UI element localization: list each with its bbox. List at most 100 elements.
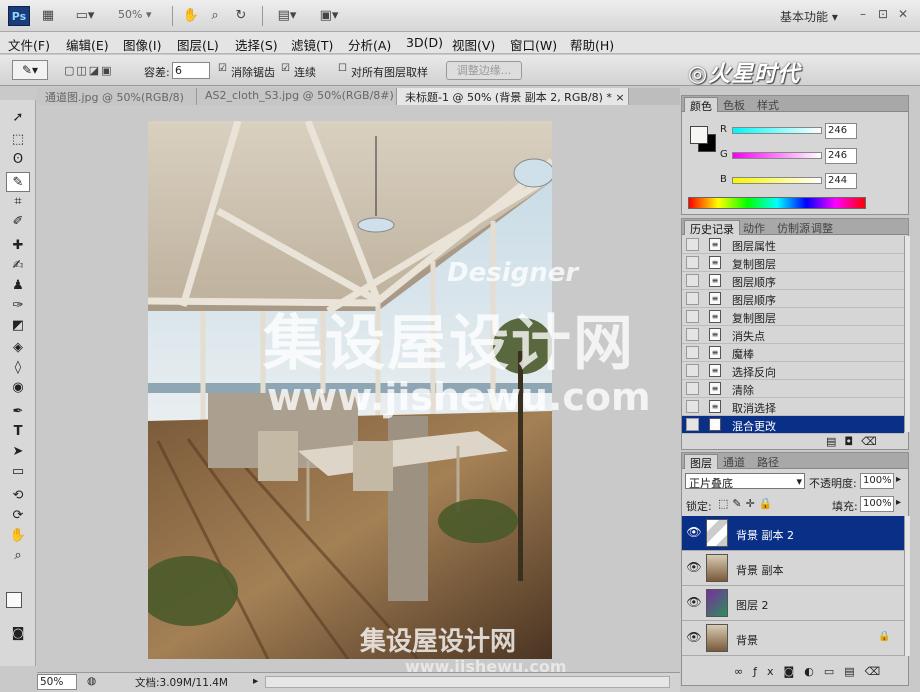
antialias-checkbox[interactable]: ☑ [218,63,227,74]
quick-mask-icon[interactable]: ◙ [6,624,30,644]
menu-help[interactable]: 帮助(H) [570,35,614,54]
layer-row[interactable]: 👁 背景 副本 2 [682,516,904,551]
history-state[interactable]: ≡ 复制图层 [682,254,904,272]
layer-row[interactable]: 👁 图层 2 [682,586,904,621]
history-state[interactable]: ≡ 消失点 [682,326,904,344]
bridge-icon[interactable]: ▦ [38,7,58,25]
visibility-eye-icon[interactable]: 👁 [686,560,702,576]
layer-row[interactable]: 👁 背景 副本 [682,551,904,586]
blur-tool-icon[interactable]: ◊ [6,358,30,378]
history-scrollbar[interactable] [904,236,910,432]
menu-window[interactable]: 窗口(W) [510,35,557,54]
foreground-color-swatch[interactable] [690,126,708,144]
history-source-checkbox[interactable] [686,328,699,341]
doc-tab[interactable]: AS2_cloth_S3.jpg @ 50%(RGB/8#) [197,88,397,105]
history-source-checkbox[interactable] [686,400,699,413]
history-state[interactable]: ≡ 图层顺序 [682,272,904,290]
hand-tool-icon[interactable]: ✋ [182,7,200,25]
marquee-tool-icon[interactable]: ⬚ [6,130,30,150]
screen-mode-icon[interactable]: ▣▾ [314,7,344,25]
close-button[interactable]: ✕ [898,7,908,21]
menu-filter[interactable]: 滤镜(T) [291,35,333,54]
history-state[interactable]: ≡ 混合更改 [682,416,904,434]
blend-mode-select[interactable]: 正片叠底 ▾ [685,473,805,490]
minimize-button[interactable]: – [860,7,866,21]
fill-input[interactable]: 100% [860,496,894,512]
move-tool-icon[interactable]: ➚ [6,108,30,128]
tab-color[interactable]: 颜色 [684,97,718,113]
layers-scrollbar[interactable] [904,516,910,656]
3d-rotate-tool-icon[interactable]: ⟲ [6,486,30,506]
history-source-checkbox[interactable] [686,382,699,395]
tab-history[interactable]: 历史记录 [684,220,740,236]
layers-footer-icons[interactable]: ∞ƒx◙◐▭▤⌫ [734,665,890,678]
history-state[interactable]: ≡ 选择反向 [682,362,904,380]
history-state[interactable]: ≡ 图层属性 [682,236,904,254]
history-state[interactable]: ≡ 取消选择 [682,398,904,416]
history-source-checkbox[interactable] [686,310,699,323]
blue-input[interactable]: 244 [825,173,857,189]
tab-swatches[interactable]: 色板 [718,97,750,112]
zoom-tool-icon[interactable]: ⌕ [6,546,30,566]
opacity-arrow-icon[interactable]: ▸ [896,474,901,485]
history-brush-tool-icon[interactable]: ✑ [6,296,30,316]
horizontal-scrollbar[interactable] [265,676,670,688]
history-source-checkbox[interactable] [686,274,699,287]
contiguous-checkbox[interactable]: ☑ [281,63,290,74]
red-slider[interactable] [732,127,822,134]
history-state[interactable]: ≡ 魔棒 [682,344,904,362]
clone-stamp-tool-icon[interactable]: ♟ [6,276,30,296]
history-source-checkbox[interactable] [686,418,699,431]
lasso-tool-icon[interactable]: ʘ [6,150,30,170]
layer-row[interactable]: 👁 背景 🔒 [682,621,904,656]
sample-all-checkbox[interactable]: ☐ [338,63,347,74]
pen-tool-icon[interactable]: ✒ [6,402,30,422]
menu-select[interactable]: 选择(S) [235,35,278,54]
menu-edit[interactable]: 编辑(E) [66,35,109,54]
dodge-tool-icon[interactable]: ◉ [6,378,30,398]
restore-button[interactable]: ⊡ [878,7,888,21]
crop-tool-icon[interactable]: ⌗ [6,192,30,212]
visibility-eye-icon[interactable]: 👁 [686,525,702,541]
color-spectrum-ramp[interactable] [688,197,866,209]
doc-tab-active[interactable]: 未标题-1 @ 50% (背景 副本 2, RGB/8) * × [397,88,629,105]
tolerance-input[interactable]: 6 [172,62,210,79]
canvas-area[interactable]: Designer 集设屋设计网 www.jishewu.com 集设屋设计网 w… [37,105,680,676]
selection-mode-icons[interactable]: ▢◫◪▣ [64,64,114,77]
green-slider[interactable] [732,152,822,159]
tab-styles[interactable]: 样式 [752,97,784,112]
red-input[interactable]: 246 [825,123,857,139]
hand-tool-icon[interactable]: ✋ [6,526,30,546]
eraser-tool-icon[interactable]: ◩ [6,316,30,336]
paint-bucket-tool-icon[interactable]: ◈ [6,338,30,358]
zoom-level-select[interactable]: 50% ▾ [118,8,151,21]
shape-tool-icon[interactable]: ▭ [6,462,30,482]
3d-orbit-tool-icon[interactable]: ⟳ [6,506,30,526]
tab-close-icon[interactable]: × [615,91,624,104]
view-extras-icon[interactable]: ▭▾ [70,7,100,25]
tab-actions[interactable]: 动作 [738,220,770,235]
zoom-input[interactable]: 50% [37,674,77,690]
opacity-input[interactable]: 100% [860,473,894,489]
healing-brush-tool-icon[interactable]: ✚ [6,236,30,256]
rotate-view-icon[interactable]: ↻ [232,7,250,25]
brush-tool-icon[interactable]: ✍ [6,256,30,276]
menu-image[interactable]: 图像(I) [123,35,161,54]
path-selection-tool-icon[interactable]: ➤ [6,442,30,462]
menu-analysis[interactable]: 分析(A) [348,35,391,54]
foreground-color-swatch[interactable] [6,592,22,608]
history-source-checkbox[interactable] [686,292,699,305]
blue-slider[interactable] [732,177,822,184]
menu-layer[interactable]: 图层(L) [177,35,219,54]
refine-edge-button[interactable]: 调整边缘... [446,61,522,80]
visibility-eye-icon[interactable]: 👁 [686,630,702,646]
green-input[interactable]: 246 [825,148,857,164]
fill-arrow-icon[interactable]: ▸ [896,497,901,508]
tab-channels[interactable]: 通道 [718,454,750,469]
lock-icons[interactable]: ⬚✎✛🔒 [718,497,777,510]
arrange-documents-icon[interactable]: ▤▾ [272,7,302,25]
tab-adjustments[interactable]: 调整 [806,220,838,235]
history-footer-icons[interactable]: ▤◘⌫ [826,435,885,448]
history-source-checkbox[interactable] [686,256,699,269]
menu-file[interactable]: 文件(F) [8,35,50,54]
